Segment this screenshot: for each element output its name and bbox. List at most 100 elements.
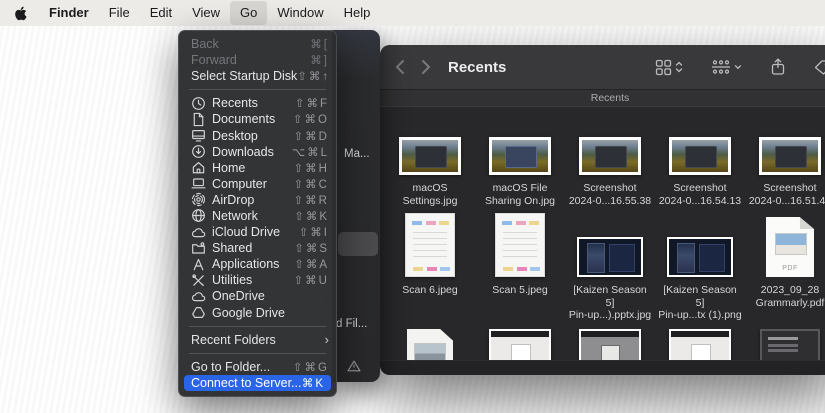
- background-dialog-window[interactable]: Ma... d Fil...: [332, 30, 380, 382]
- file-thumbnail[interactable]: [495, 213, 545, 277]
- forward-chevron-icon[interactable]: [420, 59, 432, 75]
- view-switcher-button[interactable]: [645, 59, 693, 76]
- file-item[interactable]: [478, 329, 562, 361]
- menu-item-label: AirDrop: [212, 193, 254, 207]
- menu-item-label: Forward: [191, 53, 237, 67]
- cloud-icon: [191, 289, 212, 304]
- thumbnail-scan: [495, 213, 545, 277]
- thumbnail-dark-ui: [760, 329, 820, 361]
- share-button[interactable]: [760, 58, 796, 76]
- file-thumbnail[interactable]: [760, 329, 820, 361]
- menubar-item-view[interactable]: View: [182, 1, 230, 25]
- thumbnail-doc-page: [407, 329, 453, 361]
- file-item[interactable]: Screenshot2024-0...16.51.45: [748, 125, 825, 207]
- file-item[interactable]: [388, 329, 472, 361]
- menubar-item-file[interactable]: File: [99, 1, 140, 25]
- file-item[interactable]: macOS FileSharing On.jpg: [478, 125, 562, 207]
- drive-triangle-icon: [191, 305, 212, 320]
- menu-item-label: Desktop: [212, 129, 258, 143]
- menu-item-label: Utilities: [212, 273, 252, 287]
- file-thumbnail[interactable]: [577, 213, 643, 277]
- home-icon: [191, 160, 212, 175]
- file-item[interactable]: [Kaizen Season 5]Pin-up...tx (1).png: [658, 213, 742, 322]
- menubar-item-finder[interactable]: Finder: [39, 1, 99, 25]
- file-thumbnail[interactable]: [579, 125, 641, 175]
- file-thumbnail[interactable]: [489, 125, 551, 175]
- menubar-item-edit[interactable]: Edit: [140, 1, 182, 25]
- menubar-item-go[interactable]: Go: [230, 1, 267, 25]
- menu-item-recents[interactable]: Recents⇧⌘F: [179, 95, 336, 111]
- updown-chevron-icon: [675, 60, 683, 74]
- group-header-label: Recents: [591, 92, 630, 104]
- menu-item-shared[interactable]: Shared ⇧⌘S: [179, 240, 336, 256]
- menu-item-shortcut: ⇧⌘K: [294, 209, 329, 223]
- file-thumbnail[interactable]: [489, 329, 551, 361]
- file-thumbnail[interactable]: [667, 213, 733, 277]
- grid-view-icon: [655, 59, 672, 76]
- menubar-item-help[interactable]: Help: [334, 1, 381, 25]
- file-thumbnail[interactable]: [407, 329, 453, 361]
- file-item[interactable]: [568, 329, 652, 361]
- file-item[interactable]: [Kaizen Season 5]Pin-up...).pptx.jpg: [568, 213, 652, 322]
- menu-item-label: Downloads: [212, 145, 274, 159]
- file-item[interactable]: macOSSettings.jpg: [388, 125, 472, 207]
- file-thumbnail[interactable]: PDF: [766, 213, 814, 277]
- thumbnail-shot: [759, 137, 821, 175]
- menu-item-network[interactable]: Network ⇧⌘K: [179, 208, 336, 224]
- file-item[interactable]: Screenshot2024-0...16.54.13: [658, 125, 742, 207]
- menu-item-connect-to-server[interactable]: Connect to Server...⌘K: [184, 375, 331, 391]
- thumbnail-window-light: [489, 329, 551, 361]
- menu-item-go-to-folder[interactable]: Go to Folder...⇧⌘G: [179, 359, 336, 375]
- back-chevron-icon[interactable]: [394, 59, 406, 75]
- file-item[interactable]: PDF2023_09_28Grammarly.pdf: [748, 213, 825, 309]
- menu-item-downloads[interactable]: Downloads⌥⌘L: [179, 144, 336, 160]
- menu-item-label: Shared: [212, 241, 252, 255]
- file-item[interactable]: Scan 6.jpeg: [388, 213, 472, 297]
- file-item[interactable]: Scan 5.jpeg: [478, 213, 562, 297]
- computer-icon: [191, 176, 212, 191]
- file-thumbnail[interactable]: [669, 125, 731, 175]
- file-thumbnail[interactable]: [405, 213, 455, 277]
- file-thumbnail[interactable]: [669, 329, 731, 361]
- tag-button[interactable]: [804, 59, 825, 76]
- apple-logo-icon[interactable]: [0, 6, 39, 21]
- menu-item-applications[interactable]: Applications⇧⌘A: [179, 256, 336, 272]
- file-thumbnail[interactable]: [579, 329, 641, 361]
- menu-item-recent-folders[interactable]: Recent Folders›: [179, 332, 336, 348]
- thumbnail-pdf: PDF: [766, 217, 814, 277]
- file-thumbnail[interactable]: [759, 125, 821, 175]
- menu-item-onedrive[interactable]: OneDrive: [179, 288, 336, 304]
- chevron-down-icon: [734, 63, 742, 71]
- menu-item-shortcut: ⇧⌘I: [299, 225, 329, 239]
- menu-item-icloud-drive[interactable]: iCloud Drive ⇧⌘I: [179, 224, 336, 240]
- file-item[interactable]: Screenshot2024-0...16.55.38: [568, 125, 652, 207]
- menu-item-google-drive[interactable]: Google Drive: [179, 305, 336, 321]
- file-item[interactable]: [748, 329, 825, 361]
- menu-item-label: Home: [212, 161, 245, 175]
- menu-item-select-startup-disk[interactable]: Select Startup Disk⇧⌘↑: [179, 68, 336, 84]
- file-thumbnail[interactable]: [399, 125, 461, 175]
- menu-item-label: Network: [212, 209, 258, 223]
- file-item[interactable]: [658, 329, 742, 361]
- thumbnail-shot: [669, 137, 731, 175]
- file-name: Screenshot2024-0...16.55.38: [569, 182, 651, 207]
- menubar-item-window[interactable]: Window: [267, 1, 333, 25]
- menu-item-utilities[interactable]: Utilities⇧⌘U: [179, 272, 336, 288]
- dialog-text-field[interactable]: [338, 232, 378, 256]
- menu-item-airdrop[interactable]: AirDrop⇧⌘R: [179, 192, 336, 208]
- menu-item-desktop[interactable]: Desktop⇧⌘D: [179, 127, 336, 143]
- menu-item-label: Documents: [212, 112, 275, 126]
- thumbnail-shot-blue: [489, 137, 551, 175]
- menu-item-documents[interactable]: Documents⇧⌘O: [179, 111, 336, 127]
- menu-item-computer[interactable]: Computer⇧⌘C: [179, 176, 336, 192]
- thumbnail-window-light: [669, 329, 731, 361]
- menu-item-home[interactable]: Home⇧⌘H: [179, 160, 336, 176]
- network-globe-icon: [191, 208, 212, 223]
- menu-item-label: iCloud Drive: [212, 225, 280, 239]
- group-by-button[interactable]: [701, 59, 752, 75]
- pdf-badge: PDF: [766, 265, 814, 272]
- go-menu: Back⌘[Forward⌘]Select Startup Disk⇧⌘↑Rec…: [178, 30, 337, 397]
- tag-icon: [814, 59, 825, 76]
- menu-item-shortcut: ⇧⌘S: [294, 241, 329, 255]
- menu-separator: [189, 326, 326, 327]
